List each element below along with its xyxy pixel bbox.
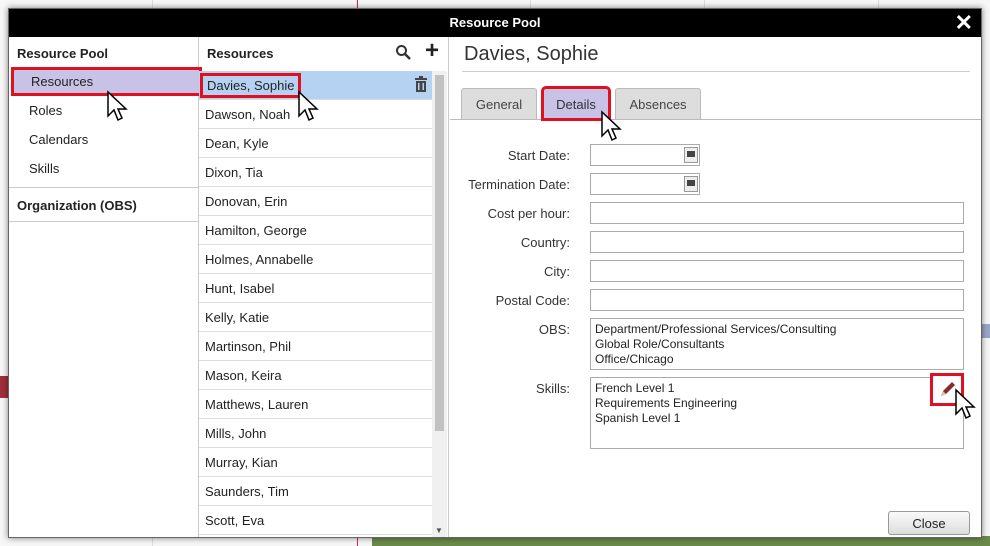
mouse-cursor-icon	[955, 388, 976, 420]
list-item[interactable]: Dean, Kyle	[199, 129, 432, 158]
obs-field: Department/Professional Services/Consult…	[590, 318, 964, 370]
resource-name: Mason, Keira	[205, 368, 282, 383]
calendar-icon[interactable]	[684, 147, 698, 163]
nav-header: Resource Pool	[17, 46, 109, 61]
mouse-cursor-icon	[298, 90, 319, 122]
tab-bar: General Details Absences	[450, 86, 981, 121]
list-item[interactable]: Dixon, Tia	[199, 158, 432, 187]
resource-pool-dialog: Resource Pool ✕ Resource Pool Resources …	[8, 8, 982, 538]
heading-divider	[462, 71, 970, 72]
resource-name: Kelly, Katie	[205, 310, 270, 325]
close-icon[interactable]: ✕	[955, 11, 973, 35]
search-icon[interactable]	[395, 44, 411, 60]
list-item[interactable]: Kelly, Katie	[199, 303, 432, 332]
resource-name: Scott, Eva	[205, 513, 265, 528]
resource-name: Donovan, Erin	[205, 194, 288, 209]
plus-icon[interactable]: +	[425, 39, 439, 63]
list-item[interactable]: Matthews, Lauren	[199, 390, 432, 419]
resource-name: Saunders, Tim	[205, 484, 289, 499]
resource-name: Holmes, Annabelle	[205, 252, 314, 267]
skill-line: French Level 1	[595, 381, 675, 395]
resource-name: Dawson, Noah	[205, 107, 291, 122]
detail-panel: Davies, Sophie General Details Absences …	[450, 37, 981, 537]
country-field[interactable]	[590, 231, 964, 253]
calendar-icon[interactable]	[684, 176, 698, 192]
resources-list: Davies, Sophie Dawson, Noah Dean, Kyle Dixo…	[199, 71, 432, 535]
termination-date-field[interactable]	[590, 173, 700, 195]
postal-code-field[interactable]	[590, 289, 964, 311]
cost-per-hour-field[interactable]	[590, 202, 964, 224]
postal-code-label: Postal Code:	[495, 293, 570, 308]
resource-name: Dean, Kyle	[205, 136, 269, 151]
obs-label: OBS:	[538, 322, 570, 337]
resource-name-heading: Davies, Sophie	[464, 43, 599, 65]
close-button[interactable]: Close	[888, 511, 970, 535]
resources-list-panel: Resources + Davies, Sophie Dawson, Noah De…	[199, 37, 449, 537]
list-item[interactable]: Murray, Kian	[199, 448, 432, 477]
start-date-field[interactable]	[590, 144, 700, 166]
city-field[interactable]	[590, 260, 964, 282]
nav-panel: Resource Pool Resources Roles Calendars …	[9, 37, 202, 537]
resource-name: Dixon, Tia	[205, 165, 263, 180]
trash-icon[interactable]	[414, 76, 428, 92]
skills-field: French Level 1 Requirements Engineering …	[590, 373, 964, 449]
list-item[interactable]: Mills, John	[199, 419, 432, 448]
resource-name: Matthews, Lauren	[205, 397, 309, 412]
city-label: City:	[544, 264, 570, 279]
obs-line: Department/Professional Services/Consult…	[595, 322, 837, 336]
scroll-down-icon[interactable]: ▼	[435, 526, 443, 535]
list-item[interactable]: Martinson, Phil	[199, 332, 432, 361]
resource-name: Mills, John	[205, 426, 267, 441]
tab-general[interactable]: General	[461, 88, 537, 119]
tab-absences[interactable]: Absences	[615, 88, 701, 119]
resource-name: Davies, Sophie	[199, 73, 302, 98]
mouse-cursor-icon	[601, 110, 622, 142]
scrollbar[interactable]: ▼	[432, 71, 447, 537]
dialog-titlebar: Resource Pool ✕	[9, 9, 981, 37]
start-date-label: Start Date:	[507, 148, 570, 163]
mouse-cursor-icon	[107, 90, 128, 122]
list-item[interactable]: Holmes, Annabelle	[199, 245, 432, 274]
country-label: Country:	[520, 235, 570, 250]
resource-name: Martinson, Phil	[205, 339, 291, 354]
termination-date-label: Termination Date:	[468, 177, 570, 192]
resource-name: Murray, Kian	[205, 455, 278, 470]
skill-line: Spanish Level 1	[595, 411, 681, 425]
scrollbar-thumb[interactable]	[435, 75, 444, 431]
skills-label: Skills:	[536, 381, 570, 396]
resource-name: Hunt, Isabel	[205, 281, 275, 296]
dialog-title: Resource Pool	[449, 15, 541, 30]
resources-header: Resources	[207, 46, 274, 61]
obs-line: Office/Chicago	[595, 352, 674, 366]
obs-line: Global Role/Consultants	[595, 337, 725, 351]
list-item[interactable]: Scott, Eva	[199, 506, 432, 535]
list-item[interactable]: Saunders, Tim	[199, 477, 432, 506]
nav-item-roles[interactable]: Roles	[9, 96, 198, 125]
cost-per-hour-label: Cost per hour:	[487, 206, 570, 221]
resource-name: Hamilton, George	[205, 223, 307, 238]
nav-item-calendars[interactable]: Calendars	[9, 125, 198, 154]
list-item[interactable]: Donovan, Erin	[199, 187, 432, 216]
nav-item-skills[interactable]: Skills	[9, 154, 198, 183]
nav-item-organization[interactable]: Organization (OBS)	[9, 188, 198, 222]
list-item[interactable]: Hunt, Isabel	[199, 274, 432, 303]
list-item[interactable]: Mason, Keira	[199, 361, 432, 390]
skill-line: Requirements Engineering	[595, 396, 738, 410]
list-item[interactable]: Hamilton, George	[199, 216, 432, 245]
